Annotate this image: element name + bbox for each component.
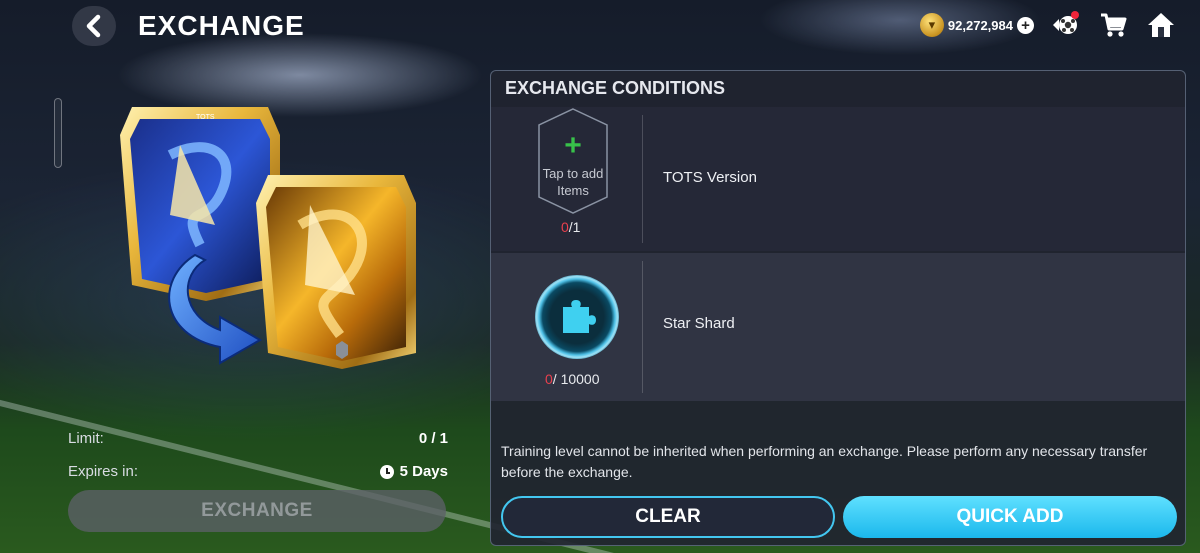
expires-label: Expires in: [68, 463, 139, 480]
notification-badge [1071, 11, 1079, 19]
condition-label-star-shard: Star Shard [663, 315, 735, 332]
clear-button[interactable]: CLEAR [501, 496, 835, 538]
star-shard-item[interactable] [535, 275, 619, 359]
tots-count-required: /1 [568, 219, 581, 235]
notification-button[interactable] [1048, 10, 1082, 40]
exchange-conditions-panel: EXCHANGE CONDITIONS + Tap to add Items 0… [490, 70, 1186, 546]
back-arrow-icon [86, 14, 101, 38]
condition-label-tots: TOTS Version [663, 169, 757, 186]
shard-count: 0/ 10000 [545, 371, 600, 387]
shop-button[interactable] [1096, 10, 1130, 40]
add-item-slot[interactable]: + Tap to add Items [537, 107, 609, 235]
back-button[interactable] [72, 6, 116, 46]
add-currency-icon[interactable]: + [1017, 16, 1034, 34]
currency-amount: 92,272,984 [947, 17, 1013, 33]
expires-value: 5 Days [399, 463, 448, 480]
condition-row-star-shard: 0/ 10000 Star Shard [491, 253, 1185, 401]
coin-icon: ▾ [919, 13, 944, 37]
panel-title: EXCHANGE CONDITIONS [505, 78, 726, 98]
shard-count-required: / 10000 [552, 371, 600, 387]
expires-value-wrap: 5 Days [379, 463, 448, 480]
gold-card [256, 175, 416, 369]
home-button[interactable] [1144, 10, 1178, 40]
tots-count-current: 0 [561, 219, 569, 235]
row-divider [642, 115, 643, 243]
expires-row: Expires in: 5 Days [68, 463, 448, 480]
limit-value: 0 / 1 [418, 430, 448, 447]
limit-label: Limit: [68, 430, 104, 447]
limit-row: Limit: 0 / 1 [68, 430, 448, 447]
svg-text:TOTS: TOTS [196, 114, 215, 121]
cart-icon [1101, 13, 1127, 37]
clock-icon [379, 464, 394, 479]
tots-count: 0/1 [561, 219, 580, 235]
header-toolbar: ▾ 92,272,984 + [919, 10, 1178, 40]
shard-count-current: 0 [545, 371, 553, 387]
puzzle-piece-icon [563, 300, 596, 333]
tots-card: TOTS [120, 107, 280, 301]
slot-text: Tap to add Items [542, 166, 604, 198]
quick-add-button[interactable]: QUICK ADD [843, 496, 1177, 538]
exchange-note: Training level cannot be inherited when … [501, 443, 1148, 480]
condition-row-tots: + Tap to add Items 0/1 TOTS Version [491, 107, 1185, 251]
currency-display: ▾ 92,272,984 + [919, 13, 1034, 37]
home-icon [1148, 13, 1174, 37]
side-scrollbar[interactable] [54, 98, 62, 168]
exchange-cards-illustration: TOTS [120, 107, 416, 369]
row-divider [642, 261, 643, 393]
add-plus-icon: + [564, 129, 582, 162]
exchange-button[interactable]: EXCHANGE [68, 490, 446, 532]
page-title: EXCHANGE [138, 10, 305, 41]
